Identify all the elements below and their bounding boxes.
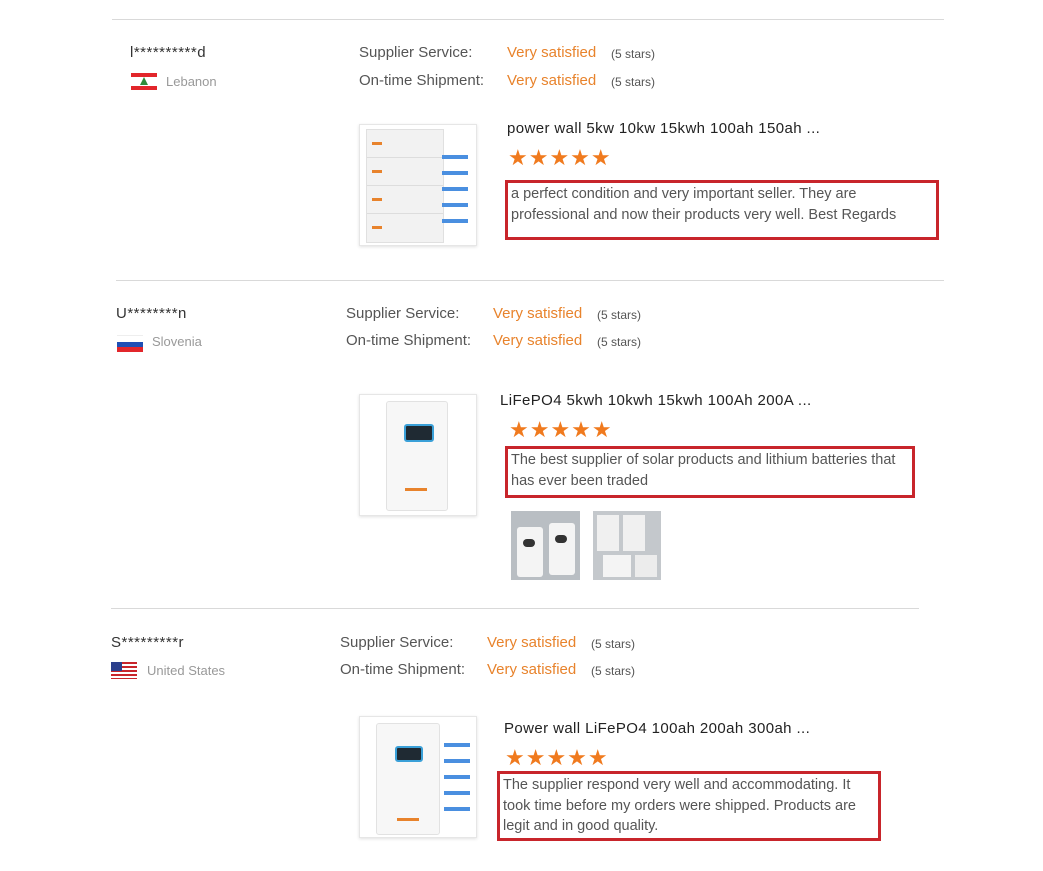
product-title-link[interactable]: Power wall LiFePO4 100ah 200ah 300ah ... (504, 720, 810, 737)
shipment-label: On-time Shipment: (340, 661, 466, 678)
supplier-service-label: Supplier Service: (340, 634, 454, 651)
reviewer-name: S*********r (111, 634, 185, 651)
review-card: S*********r United States Supplier Servi… (0, 0, 1043, 871)
product-thumbnail[interactable] (359, 716, 477, 838)
supplier-service-value: Very satisfied (487, 634, 577, 651)
reviewer-country: United States (147, 663, 226, 678)
rating-stars-icon: ★★★★★ (505, 745, 609, 770)
review-comment: The supplier respond very well and accom… (497, 771, 881, 841)
supplier-service-stars: (5 stars) (591, 637, 636, 651)
shipment-value: Very satisfied (487, 661, 577, 678)
shipment-stars: (5 stars) (591, 664, 636, 678)
flag-united-states-icon (111, 662, 137, 679)
